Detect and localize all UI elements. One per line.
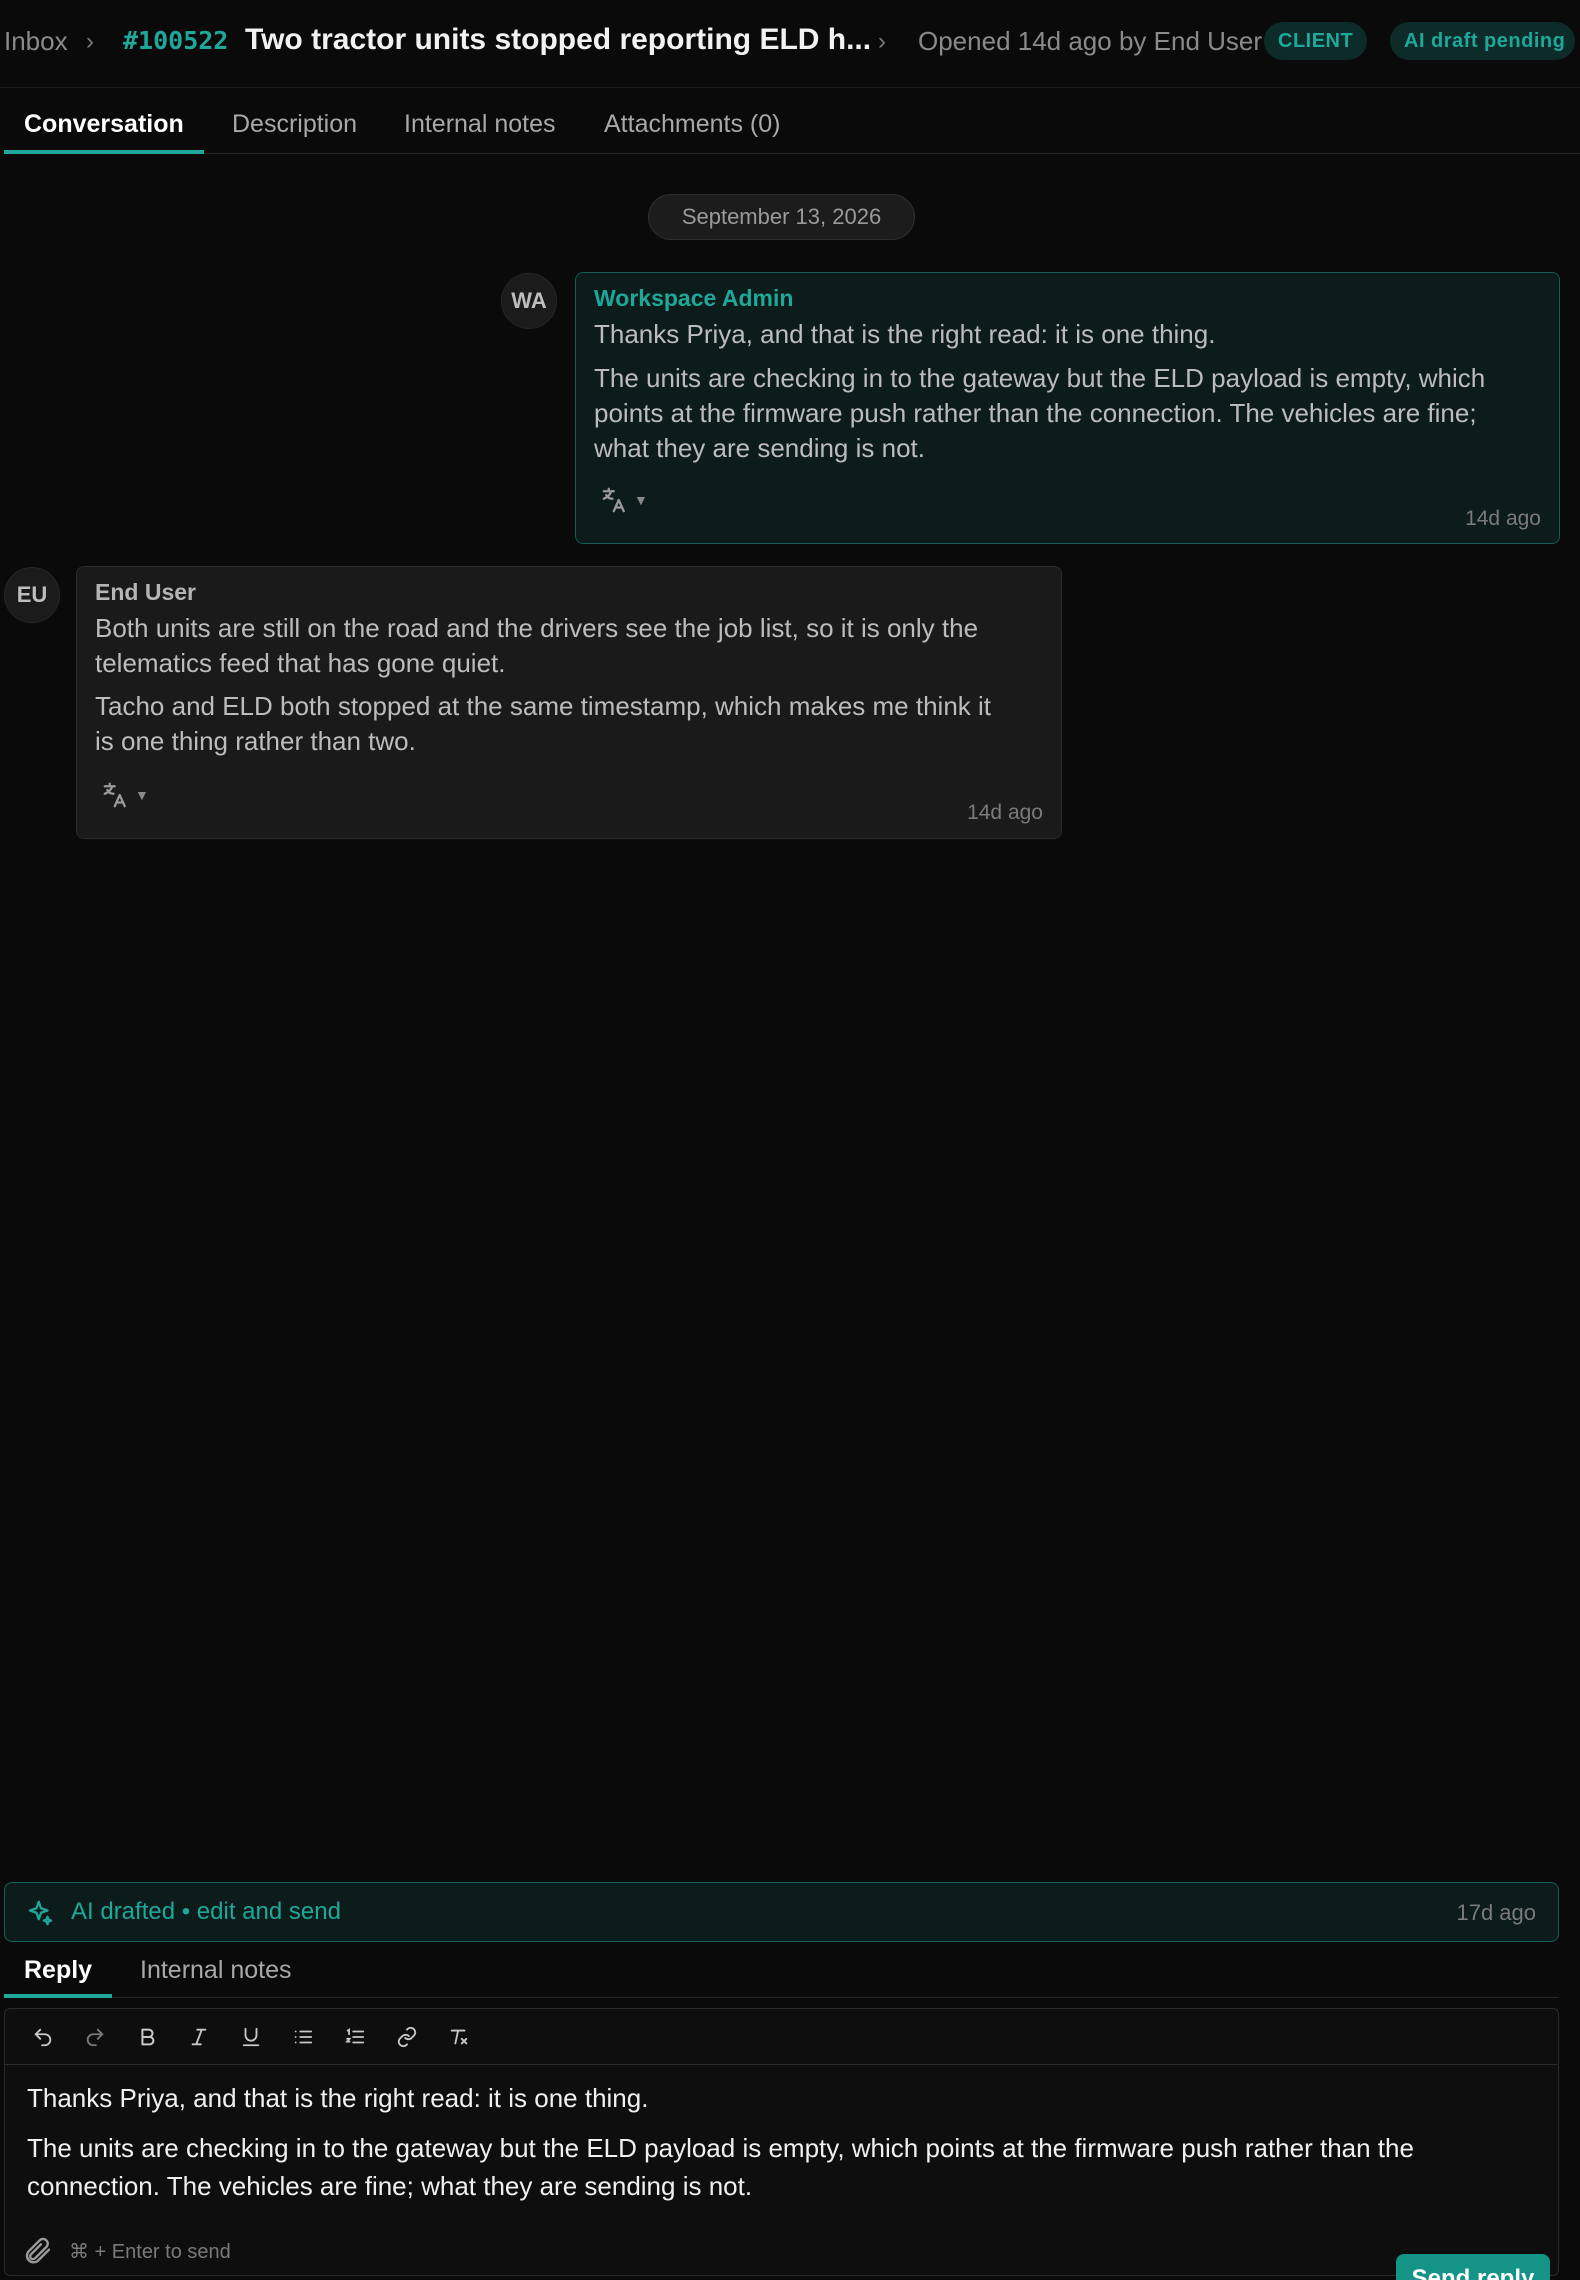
undo-icon[interactable] <box>27 2021 59 2053</box>
tab-internal-notes[interactable]: Internal notes <box>404 110 556 154</box>
ai-draft-banner: AI drafted • edit and send 17d ago <box>4 1882 1559 1942</box>
reply-editor[interactable]: Thanks Priya, and that is the right read… <box>4 2008 1559 2276</box>
message-sender: Workspace Admin <box>594 285 794 311</box>
ai-draft-label: AI drafted • edit and send <box>71 1898 341 1925</box>
avatar: WA <box>501 273 557 329</box>
reply-tabs: Reply Internal notes <box>4 1950 1559 1998</box>
ticket-id: #100522 <box>123 26 229 55</box>
redo-icon[interactable] <box>79 2021 111 2053</box>
bullet-list-icon[interactable] <box>287 2021 319 2053</box>
message-bubble-user: End User Both units are still on the roa… <box>76 566 1062 839</box>
tab-reply-internal-notes[interactable]: Internal notes <box>140 1956 292 1998</box>
paperclip-icon[interactable] <box>21 2235 53 2267</box>
message-time: 14d ago <box>1465 507 1541 530</box>
clear-format-icon[interactable] <box>443 2021 475 2053</box>
underline-icon[interactable] <box>235 2021 267 2053</box>
client-badge: CLIENT <box>1264 22 1368 60</box>
tab-conversation[interactable]: Conversation <box>4 110 204 154</box>
bold-icon[interactable] <box>131 2021 163 2053</box>
italic-icon[interactable] <box>183 2021 215 2053</box>
message-paragraph: Thanks Priya, and that is the right read… <box>594 319 1216 349</box>
tab-description[interactable]: Description <box>232 110 357 154</box>
date-divider: September 13, 2026 <box>648 194 915 240</box>
translate-button[interactable]: ▼ <box>600 485 648 515</box>
ai-draft-badge: AI draft pending <box>1390 22 1576 60</box>
ticket-header: Inbox › #100522 Two tractor units stoppe… <box>0 0 1580 88</box>
opened-meta: Opened 14d ago by End User <box>918 26 1263 56</box>
conversation-tabs: Conversation Description Internal notes … <box>4 100 1580 154</box>
ai-draft-time: 17d ago <box>1456 1900 1536 1925</box>
ticket-title: Two tractor units stopped reporting ELD … <box>245 23 872 56</box>
avatar: EU <box>4 567 60 623</box>
tab-attachments[interactable]: Attachments (0) <box>604 110 780 154</box>
message-bubble-admin: Workspace Admin Thanks Priya, and that i… <box>575 272 1560 544</box>
link-icon[interactable] <box>391 2021 423 2053</box>
send-reply-button[interactable]: Send reply <box>1396 2254 1550 2280</box>
message-time: 14d ago <box>967 801 1043 824</box>
translate-icon <box>602 487 625 513</box>
translate-icon <box>103 782 126 808</box>
editor-toolbar <box>5 2009 1558 2065</box>
numbered-list-icon[interactable] <box>339 2021 371 2053</box>
editor-paragraph: The units are checking in to the gateway… <box>27 2133 1414 2201</box>
translate-button[interactable]: ▼ <box>101 780 149 810</box>
send-shortcut-hint: ⌘ + Enter to send <box>69 2241 231 2263</box>
message-paragraph: Tacho and ELD both stopped at the same t… <box>95 691 992 756</box>
chevron-right-icon: › <box>86 28 94 55</box>
message-sender: End User <box>95 579 196 605</box>
chevron-right-icon: › <box>878 28 886 55</box>
message-paragraph: Both units are still on the road and the… <box>95 613 979 678</box>
sparkles-icon <box>28 1900 53 1926</box>
editor-paragraph: Thanks Priya, and that is the right read… <box>27 2083 649 2113</box>
chevron-down-icon: ▼ <box>634 492 648 508</box>
chevron-down-icon: ▼ <box>135 787 149 803</box>
tab-reply[interactable]: Reply <box>4 1956 113 1998</box>
breadcrumb-inbox[interactable]: Inbox <box>4 26 68 57</box>
message-paragraph: The units are checking in to the gateway… <box>594 363 1486 463</box>
